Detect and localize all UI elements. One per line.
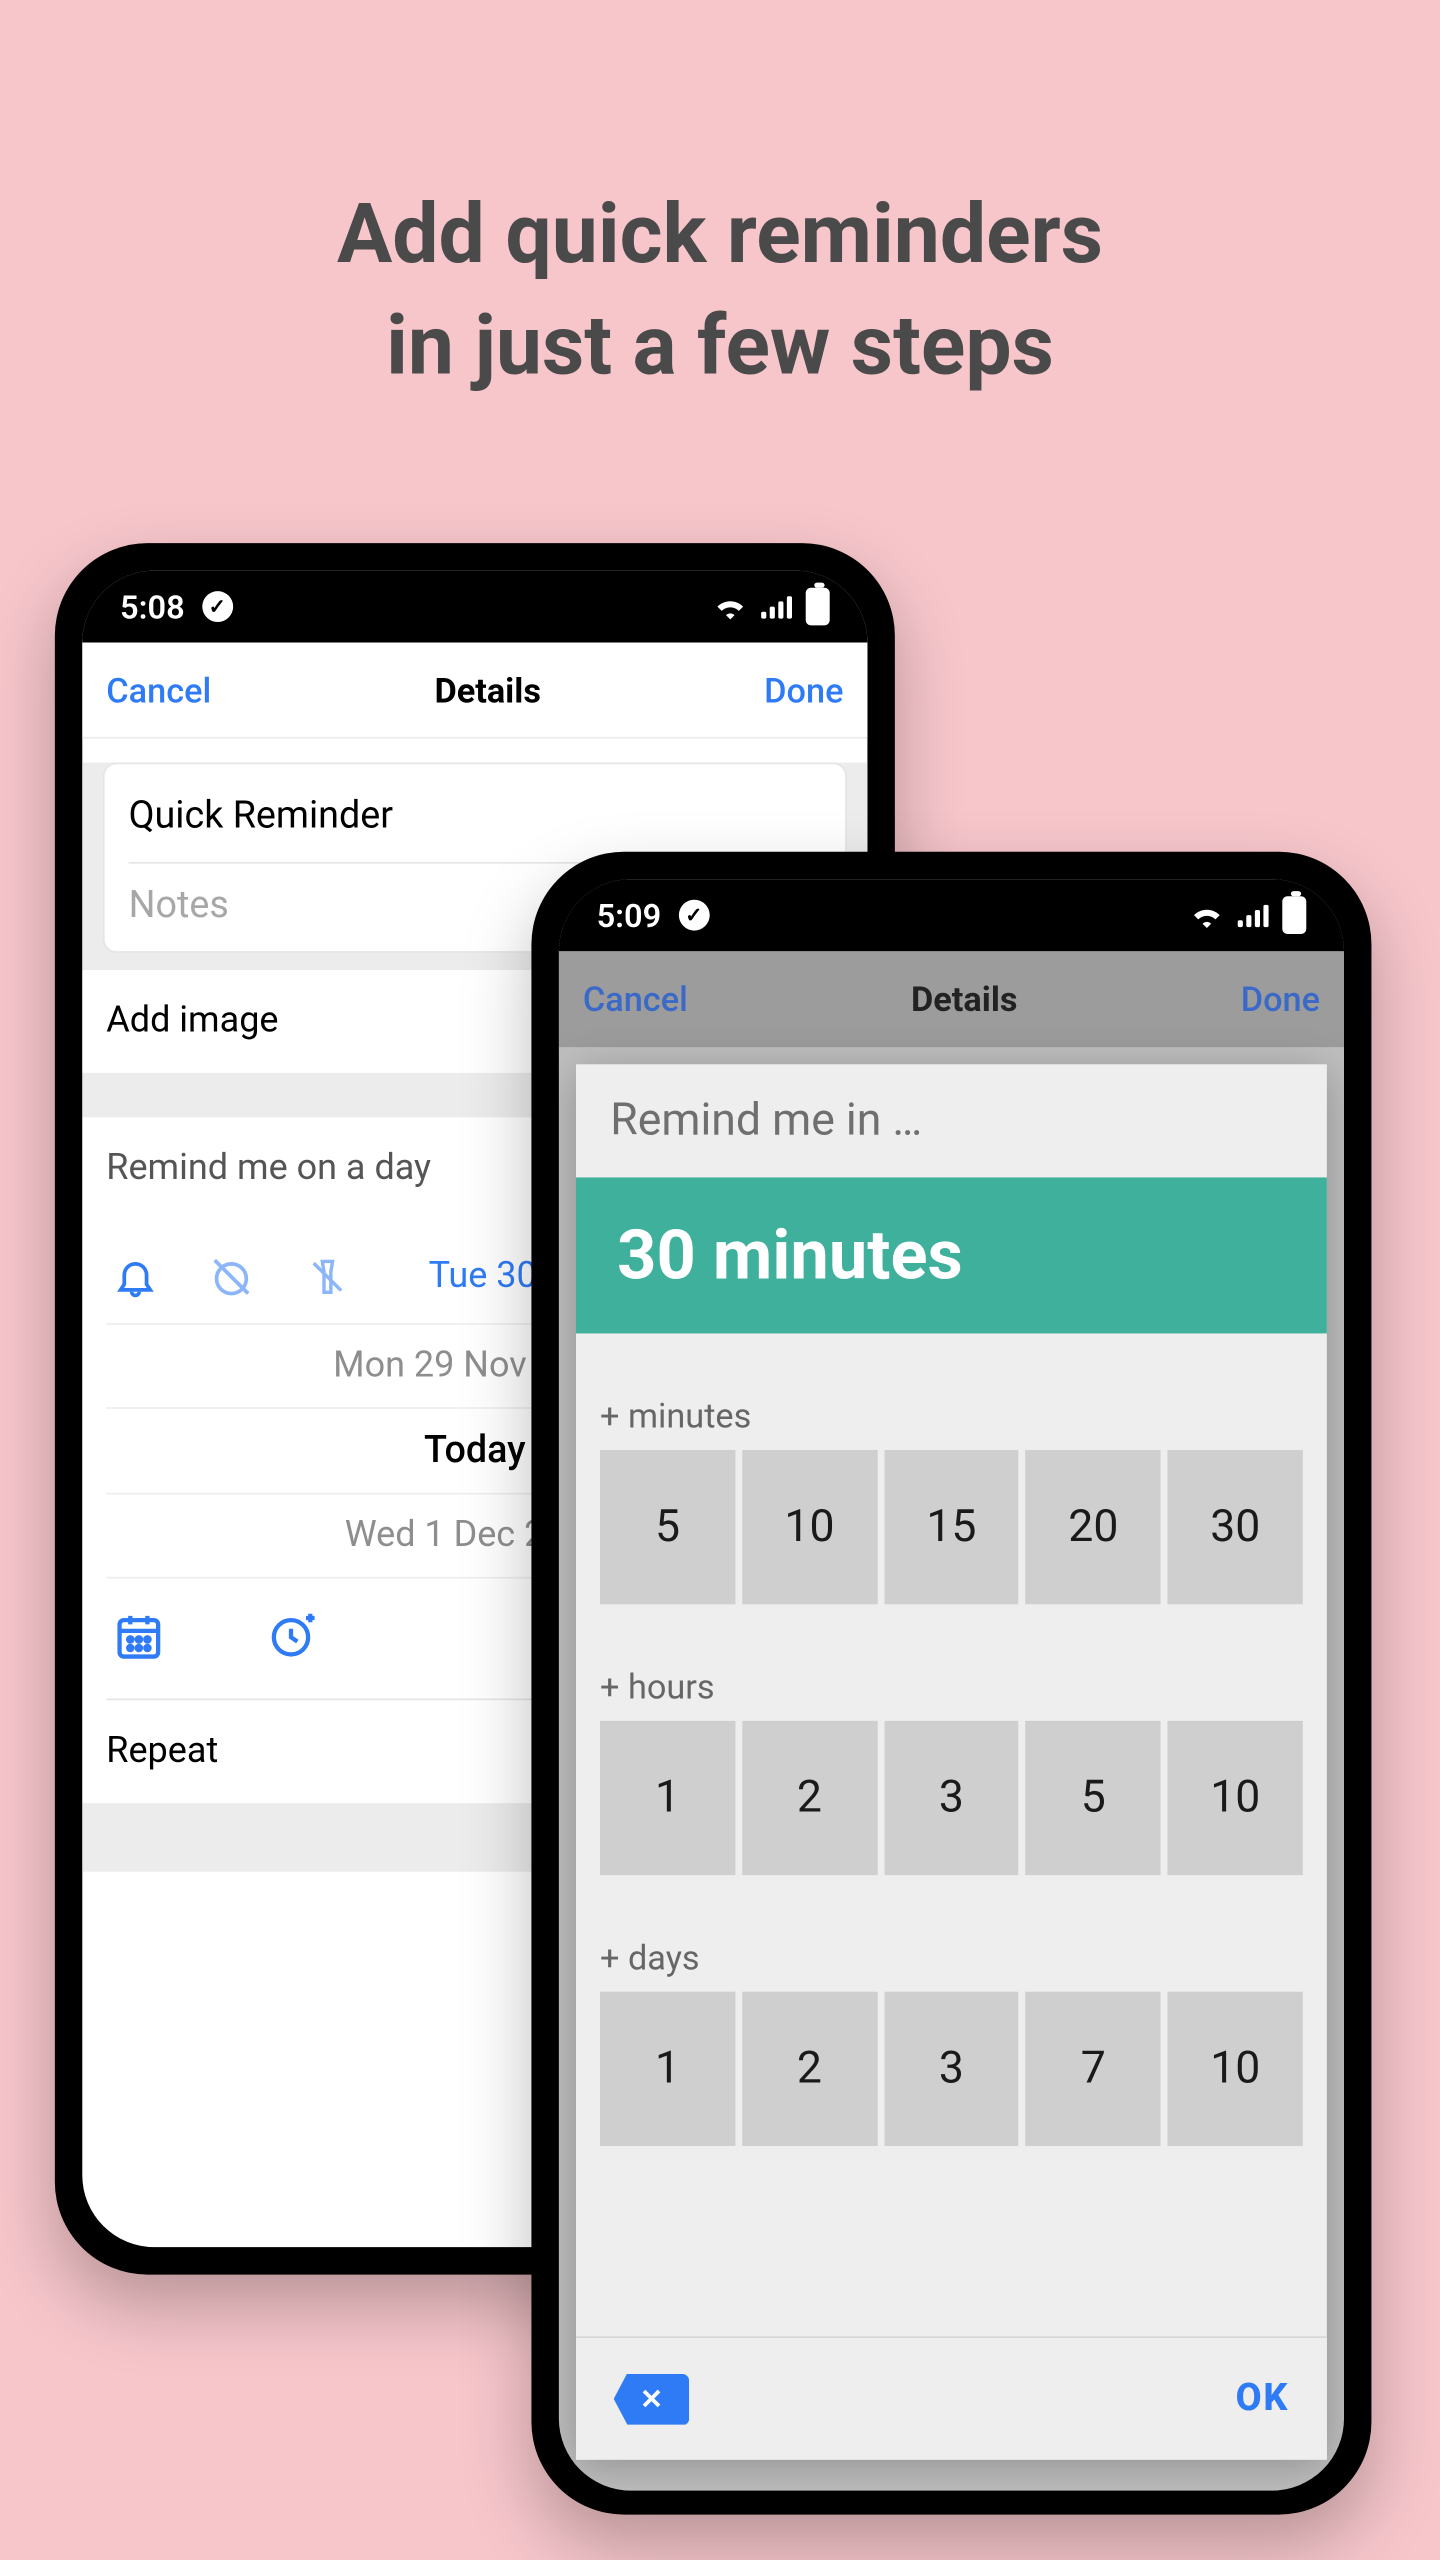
add-time-icon[interactable] — [267, 1609, 318, 1660]
wifi-icon — [1190, 901, 1224, 928]
phone-mockup-quick-reminder: 5:09 ✓ Cancel Details Done Remind me in … — [531, 851, 1371, 2514]
minutes-option[interactable]: 15 — [884, 1450, 1019, 1604]
signal-icon — [1238, 903, 1269, 927]
sheet-title: Remind me in … — [576, 1064, 1327, 1177]
hours-option[interactable]: 5 — [1026, 1721, 1161, 1875]
sync-status-icon: ✓ — [202, 591, 233, 622]
promo-headline: Add quick reminders in just a few steps — [0, 179, 1440, 401]
clear-button[interactable]: ✕ — [614, 2373, 689, 2424]
quick-reminder-sheet: Remind me in … 30 minutes + minutes 5 10… — [576, 1064, 1327, 2459]
days-option[interactable]: 2 — [742, 1991, 877, 2145]
nav-bar-dimmed: Cancel Details Done — [559, 951, 1344, 1047]
minutes-option[interactable]: 20 — [1026, 1450, 1161, 1604]
status-time: 5:09 — [597, 895, 662, 934]
status-bar: 5:08 ✓ — [82, 570, 867, 642]
status-time: 5:08 — [120, 587, 185, 626]
hours-option[interactable]: 3 — [884, 1721, 1019, 1875]
hours-label: + hours — [600, 1666, 1303, 1721]
days-label: + days — [600, 1937, 1303, 1992]
alarm-off-icon[interactable] — [206, 1251, 257, 1302]
done-button[interactable]: Done — [764, 669, 843, 710]
minutes-option[interactable]: 5 — [600, 1450, 735, 1604]
nav-bar: Cancel Details Done — [82, 642, 867, 738]
cancel-button[interactable]: Cancel — [583, 978, 688, 1019]
page-title: Details — [434, 669, 541, 710]
days-option[interactable]: 10 — [1168, 1991, 1303, 2145]
cancel-button[interactable]: Cancel — [106, 669, 211, 710]
headline-line-1: Add quick reminders — [0, 179, 1440, 290]
hours-option[interactable]: 2 — [742, 1721, 877, 1875]
days-option[interactable]: 1 — [600, 1991, 735, 2145]
selected-duration: 30 minutes — [576, 1177, 1327, 1333]
ok-button[interactable]: OK — [1236, 2377, 1290, 2420]
page-title: Details — [911, 978, 1018, 1019]
hours-option[interactable]: 10 — [1168, 1721, 1303, 1875]
minutes-option[interactable]: 30 — [1168, 1450, 1303, 1604]
close-icon: ✕ — [640, 2382, 663, 2415]
done-button[interactable]: Done — [1241, 978, 1320, 1019]
bell-icon[interactable] — [110, 1251, 161, 1302]
wifi-icon — [713, 593, 747, 620]
battery-icon — [806, 587, 830, 625]
battery-icon — [1282, 896, 1306, 934]
minutes-option[interactable]: 10 — [742, 1450, 877, 1604]
hours-option[interactable]: 1 — [600, 1721, 735, 1875]
sync-status-icon: ✓ — [678, 899, 709, 930]
status-bar: 5:09 ✓ — [559, 879, 1344, 951]
signal-icon — [761, 594, 792, 618]
minutes-label: + minutes — [600, 1395, 1303, 1450]
calendar-icon[interactable] — [113, 1609, 164, 1660]
headline-line-2: in just a few steps — [0, 290, 1440, 401]
flashlight-off-icon[interactable] — [302, 1251, 353, 1302]
days-option[interactable]: 3 — [884, 1991, 1019, 2145]
days-option[interactable]: 7 — [1026, 1991, 1161, 2145]
